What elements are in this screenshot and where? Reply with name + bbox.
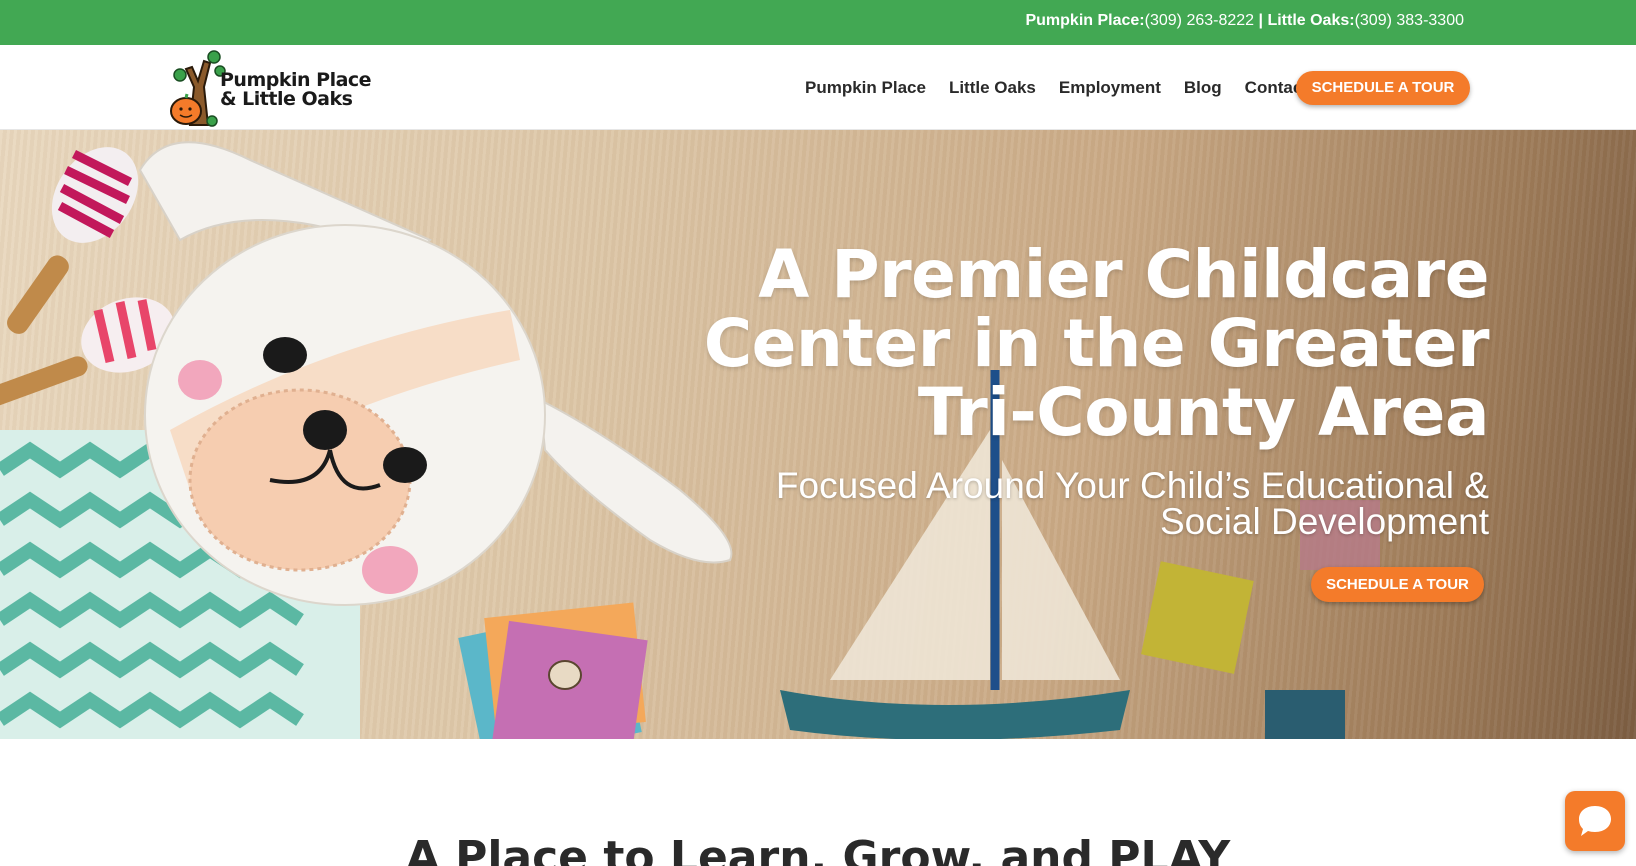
nav-item-employment[interactable]: Employment	[1059, 78, 1161, 98]
location2-phone[interactable]: (309) 383-3300	[1355, 12, 1464, 29]
nav-item-pumpkin-place[interactable]: Pumpkin Place	[805, 78, 926, 98]
hero-banner: A Premier Childcare Center in the Greate…	[0, 130, 1636, 739]
logo-line2: & Little Oaks	[220, 88, 353, 110]
location1-phone[interactable]: (309) 263-8222	[1145, 12, 1254, 29]
hero-subtitle-line2: Social Development	[1159, 501, 1489, 542]
hero-title-line1: A Premier Childcare	[758, 236, 1489, 313]
chat-widget-button[interactable]	[1565, 791, 1625, 851]
nav-item-little-oaks[interactable]: Little Oaks	[949, 78, 1036, 98]
hero-subtitle: Focused Around Your Child’s Educational …	[669, 465, 1489, 542]
chat-bubble-icon	[1579, 806, 1611, 836]
hero-title-line2: Center in the Greater	[703, 305, 1490, 382]
phone-separator: |	[1254, 12, 1268, 29]
contact-phones: Pumpkin Place:(309) 263-8222 | Little Oa…	[1025, 12, 1464, 30]
location1-label: Pumpkin Place:	[1025, 12, 1145, 29]
schedule-tour-hero-button[interactable]: SCHEDULE A TOUR	[1311, 567, 1484, 602]
schedule-tour-nav-button[interactable]: SCHEDULE A TOUR	[1296, 71, 1470, 105]
site-header: Pumpkin Place & Little Oaks Pumpkin Plac…	[0, 45, 1636, 130]
nav-item-blog[interactable]: Blog	[1184, 78, 1222, 98]
tree-pumpkin-logo-icon	[170, 50, 226, 127]
logo-wordmark: Pumpkin Place & Little Oaks	[220, 71, 372, 110]
hero-subtitle-line1: Focused Around Your Child’s Educational …	[775, 465, 1489, 506]
site-logo[interactable]: Pumpkin Place & Little Oaks	[168, 47, 378, 129]
location2-label: Little Oaks:	[1267, 12, 1355, 29]
main-nav: Pumpkin Place Little Oaks Employment Blo…	[805, 71, 1331, 105]
section-title: A Place to Learn, Grow, and PLAY	[405, 832, 1231, 866]
hero-title-line3: Tri-County Area	[917, 374, 1490, 451]
top-contact-bar: Pumpkin Place:(309) 263-8222 | Little Oa…	[0, 0, 1636, 45]
hero-title: A Premier Childcare Center in the Greate…	[629, 236, 1490, 451]
